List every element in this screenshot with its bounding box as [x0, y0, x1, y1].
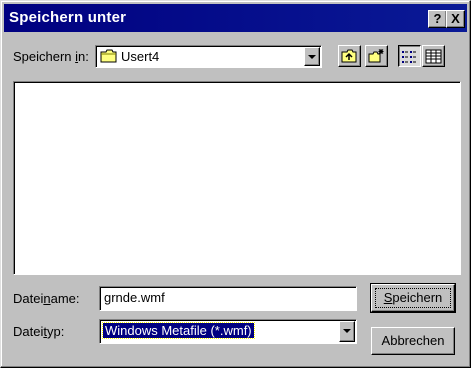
up-folder-button[interactable] — [338, 45, 361, 67]
cancel-button[interactable]: Abbrechen — [371, 327, 455, 355]
details-view-icon — [425, 49, 442, 67]
up-folder-icon — [341, 48, 358, 67]
filetype-value: Windows Metafile (*.wmf) — [102, 322, 255, 339]
save-in-label: Speichern in: — [13, 49, 89, 64]
filename-field[interactable]: grnde.wmf — [99, 286, 357, 311]
filename-value: grnde.wmf — [104, 290, 165, 305]
file-list[interactable] — [13, 81, 461, 275]
filetype-dropdown-button[interactable] — [339, 321, 355, 342]
new-folder-button[interactable] — [365, 45, 388, 67]
dialog-title: Speichern unter — [9, 9, 127, 26]
title-bar[interactable]: Speichern unter ? X — [4, 4, 467, 32]
filetype-combo[interactable]: Windows Metafile (*.wmf) — [99, 319, 357, 344]
filename-label: Dateiname: — [13, 291, 80, 306]
focus-rect — [375, 288, 451, 308]
new-folder-icon — [368, 48, 385, 67]
close-button[interactable]: X — [446, 10, 465, 28]
save-as-dialog: Speichern unter ? X Speichern in: Usert4 — [0, 0, 471, 368]
save-in-combo[interactable]: Usert4 — [95, 45, 322, 68]
save-button[interactable]: Speichern — [370, 283, 456, 313]
list-view-button[interactable] — [398, 45, 421, 67]
folder-icon — [100, 49, 118, 67]
help-button[interactable]: ? — [428, 10, 447, 28]
save-in-value: Usert4 — [121, 49, 160, 64]
save-in-dropdown-button[interactable] — [304, 47, 320, 66]
filetype-label: Dateityp: — [13, 324, 65, 339]
list-view-icon — [401, 49, 418, 67]
chevron-down-icon — [343, 329, 351, 333]
chevron-down-icon — [308, 55, 316, 59]
details-view-button[interactable] — [422, 45, 445, 67]
